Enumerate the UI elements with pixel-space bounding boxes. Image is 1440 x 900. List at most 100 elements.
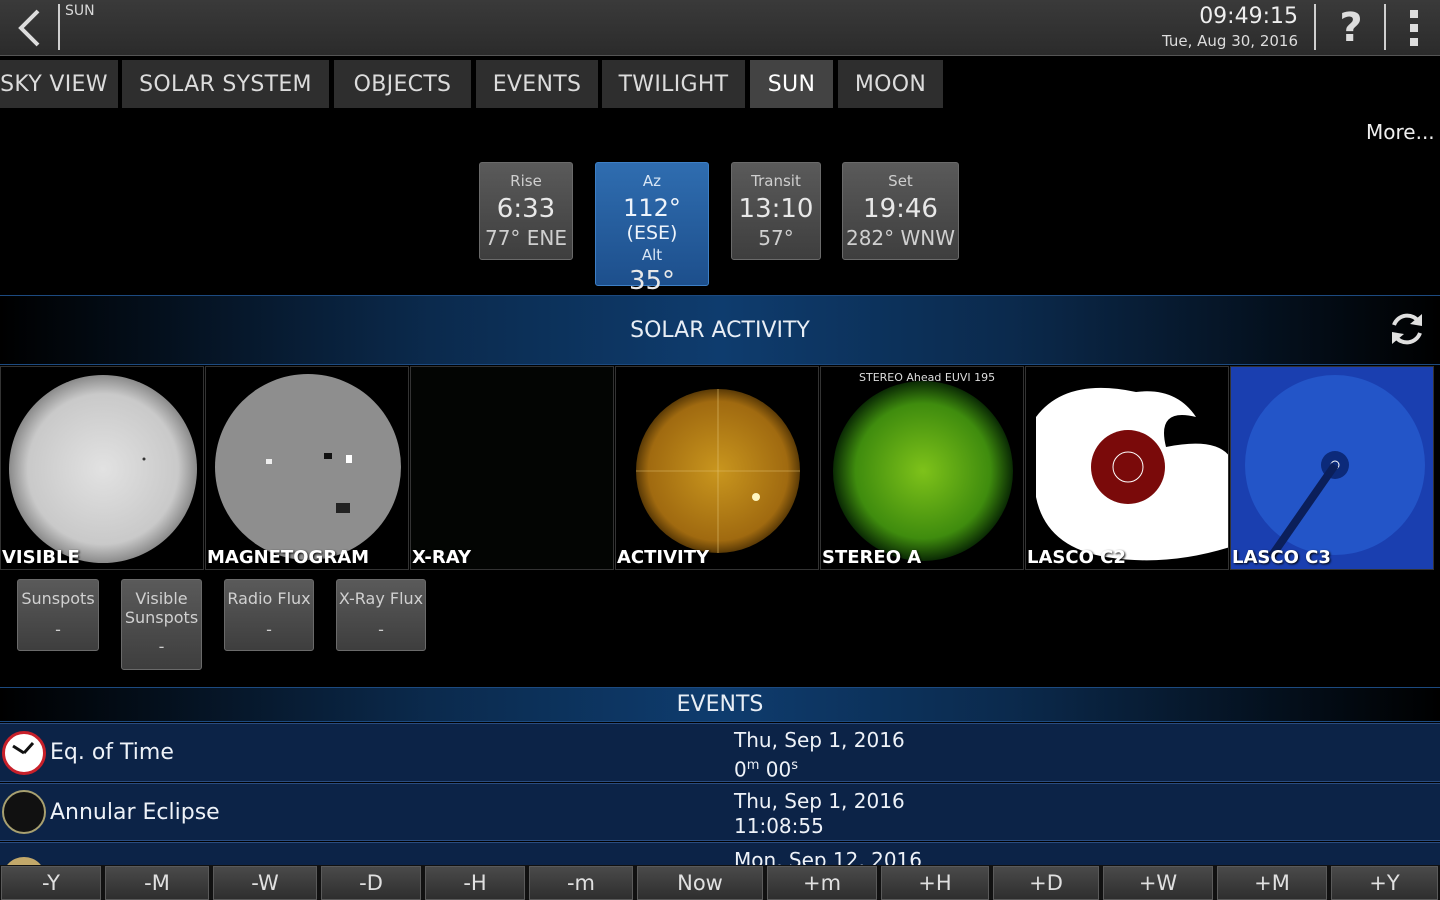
activity-image[interactable]: ACTIVITY	[615, 366, 819, 570]
az-direction: (ESE)	[626, 222, 678, 244]
event-detail: Thu, Sep 1, 2016 11:08:55	[734, 789, 905, 839]
tab-moon[interactable]: MOON	[838, 60, 943, 108]
event-row[interactable]: Eq. of Time Thu, Sep 1, 2016 0m 00s	[0, 723, 1440, 782]
solar-activity-header: SOLAR ACTIVITY	[0, 295, 1440, 365]
magnetogram-sun-image	[215, 374, 401, 560]
visible-caption: VISIBLE	[2, 547, 80, 568]
stereo-sun-image	[833, 381, 1013, 561]
lasco-c3-image[interactable]: LASCO C3	[1230, 366, 1434, 570]
event-date: Thu, Sep 1, 2016	[734, 789, 905, 813]
radio-flux-label: Radio Flux	[227, 589, 311, 608]
plus-day-button[interactable]: +D	[993, 866, 1099, 900]
clock-icon	[2, 731, 46, 775]
xray-caption: X-RAY	[412, 547, 471, 568]
minus-year-button[interactable]: -Y	[1, 866, 101, 900]
event-detail-seconds: 00	[765, 757, 792, 782]
event-detail: Thu, Sep 1, 2016 0m 00s	[734, 728, 905, 783]
set-label: Set	[888, 172, 913, 190]
plus-hour-button[interactable]: +H	[881, 866, 989, 900]
visible-sunspots-button[interactable]: Visible Sunspots -	[121, 579, 202, 670]
transit-altitude: 57°	[758, 226, 794, 250]
set-box[interactable]: Set 19:46 282° WNW	[842, 162, 959, 260]
top-app-bar: SUN 09:49:15 Tue, Aug 30, 2016 ?	[0, 0, 1440, 56]
minutes-unit: m	[746, 758, 760, 773]
help-icon: ?	[1339, 5, 1363, 51]
overflow-menu-button[interactable]	[1388, 0, 1440, 56]
xray-image[interactable]: X-RAY	[410, 366, 614, 570]
refresh-icon	[1392, 313, 1422, 345]
events-title: EVENTS	[676, 692, 764, 717]
divider	[1384, 4, 1386, 50]
plus-month-button[interactable]: +M	[1217, 866, 1327, 900]
tab-sun[interactable]: SUN	[750, 60, 833, 108]
event-detail-minutes: 0	[734, 757, 747, 782]
now-button[interactable]: Now	[637, 866, 763, 900]
visible-sunspots-label: Visible Sunspots	[124, 589, 199, 627]
visible-sunspots-value: -	[158, 637, 165, 656]
az-value: 112°	[623, 194, 681, 222]
radio-flux-value: -	[266, 620, 272, 639]
more-vert-dot	[1410, 24, 1418, 32]
visible-image[interactable]: VISIBLE	[0, 366, 204, 570]
events-header: EVENTS	[0, 687, 1440, 722]
xray-flux-button[interactable]: X-Ray Flux -	[336, 579, 426, 651]
minus-month-button[interactable]: -M	[105, 866, 209, 900]
visible-sun-image	[9, 375, 197, 563]
minus-minute-button[interactable]: -m	[529, 866, 633, 900]
radio-flux-button[interactable]: Radio Flux -	[224, 579, 314, 651]
transit-box[interactable]: Transit 13:10 57°	[731, 162, 821, 260]
event-date: Thu, Sep 1, 2016	[734, 728, 905, 752]
alt-label: Alt	[641, 246, 663, 264]
rise-label: Rise	[510, 172, 542, 190]
stereo-overlay-label: STEREO Ahead EUVI 195	[859, 371, 996, 384]
minus-day-button[interactable]: -D	[321, 866, 421, 900]
more-link[interactable]: More...	[1366, 120, 1435, 144]
current-position-box[interactable]: Az 112° (ESE) Alt 35°	[595, 162, 709, 296]
stereo-caption: STEREO A	[822, 547, 922, 568]
sunspots-value: -	[55, 620, 61, 639]
help-button[interactable]: ?	[1318, 0, 1384, 56]
tab-twilight[interactable]: TWILIGHT	[602, 60, 745, 108]
az-label: Az	[642, 172, 662, 190]
transit-time: 13:10	[738, 194, 814, 224]
transit-label: Transit	[751, 172, 801, 190]
tab-solar-system[interactable]: SOLAR SYSTEM	[122, 60, 329, 108]
lasco-c2-image[interactable]: LASCO C2	[1025, 366, 1229, 570]
set-time: 19:46	[863, 194, 938, 224]
event-name: Annular Eclipse	[50, 800, 220, 825]
rise-box[interactable]: Rise 6:33 77° ENE	[479, 162, 573, 260]
lasco-c3-caption: LASCO C3	[1232, 547, 1331, 568]
divider	[58, 4, 60, 50]
sunspots-button[interactable]: Sunspots -	[17, 579, 99, 651]
magnetogram-image[interactable]: MAGNETOGRAM	[205, 366, 409, 570]
minus-hour-button[interactable]: -H	[425, 866, 525, 900]
activity-sun-image	[636, 389, 800, 553]
lasco-c3-coronagraph	[1245, 375, 1425, 560]
magnetogram-caption: MAGNETOGRAM	[207, 547, 370, 568]
back-button[interactable]	[0, 0, 58, 56]
event-name: Eq. of Time	[50, 740, 174, 765]
tab-events[interactable]: EVENTS	[476, 60, 598, 108]
solar-image-strip: VISIBLE MAGNETOGRAM X-RAY ACTIVITY STERE…	[0, 366, 1440, 570]
page-title: SUN	[65, 3, 95, 19]
seconds-unit: s	[791, 758, 798, 773]
event-row[interactable]: Annular Eclipse Thu, Sep 1, 2016 11:08:5…	[0, 783, 1440, 841]
chevron-left-icon	[18, 9, 40, 47]
plus-minute-button[interactable]: +m	[767, 866, 877, 900]
tab-objects[interactable]: OBJECTS	[334, 60, 471, 108]
xray-flux-label: X-Ray Flux	[338, 589, 424, 608]
clock-time: 09:49:15	[1199, 4, 1298, 29]
refresh-button[interactable]	[1386, 308, 1428, 350]
plus-week-button[interactable]: +W	[1103, 866, 1213, 900]
divider	[1314, 4, 1316, 50]
tab-sky-view[interactable]: SKY VIEW	[0, 60, 118, 108]
event-detail-time: 11:08:55	[734, 814, 824, 838]
stereo-a-image[interactable]: STEREO Ahead EUVI 195 STEREO A	[820, 366, 1024, 570]
time-nav-bar: -Y -M -W -D -H -m Now +m +H +D +W +M +Y	[0, 865, 1440, 900]
plus-year-button[interactable]: +Y	[1331, 866, 1438, 900]
clock-date: Tue, Aug 30, 2016	[1161, 32, 1298, 50]
sunspots-label: Sunspots	[21, 589, 95, 608]
rise-time: 6:33	[496, 194, 556, 224]
minus-week-button[interactable]: -W	[213, 866, 317, 900]
rise-azimuth: 77° ENE	[484, 226, 568, 250]
